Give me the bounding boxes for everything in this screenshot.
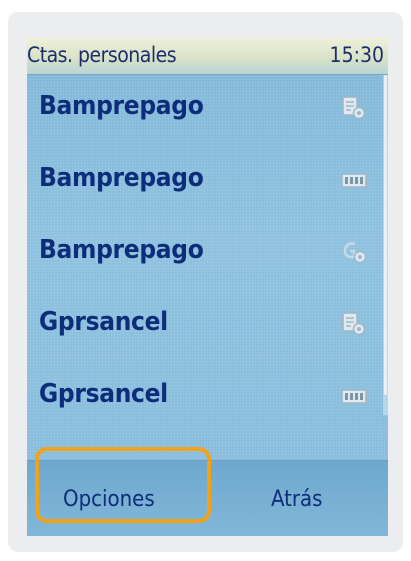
scrollbar[interactable]: [383, 75, 388, 415]
account-name: Bamprepago: [39, 235, 204, 265]
status-bar: Ctas. personales 15:30: [27, 38, 388, 75]
list-item[interactable]: Gprsancel: [27, 363, 388, 435]
list-item[interactable]: Gprsancel: [27, 291, 388, 363]
clock: 15:30: [329, 43, 384, 67]
softkey-bar: Opciones Atrás: [27, 460, 388, 536]
film-strip-icon: [340, 383, 368, 409]
phone-screen: Ctas. personales 15:30 Bamprepago Bampre…: [27, 38, 388, 536]
account-name: Bamprepago: [39, 91, 204, 121]
list-item[interactable]: Bamprepago: [27, 75, 388, 147]
list-item[interactable]: Bamprepago: [27, 219, 388, 291]
account-list: Bamprepago Bamprepago Bamprepago Gprsanc…: [27, 75, 388, 435]
options-softkey[interactable]: Opciones: [63, 487, 155, 512]
list-item[interactable]: Bamprepago: [27, 147, 388, 219]
scroll-thumb[interactable]: [384, 75, 387, 395]
document-settings-icon: [340, 95, 368, 121]
account-name: Gprsancel: [39, 379, 168, 409]
film-strip-icon: [340, 167, 368, 193]
account-name: Bamprepago: [39, 163, 204, 193]
document-settings-icon: [340, 311, 368, 337]
back-softkey[interactable]: Atrás: [271, 487, 322, 512]
account-name: Gprsancel: [39, 307, 168, 337]
gprs-settings-icon: [340, 239, 368, 265]
screen-title: Ctas. personales: [27, 43, 177, 67]
